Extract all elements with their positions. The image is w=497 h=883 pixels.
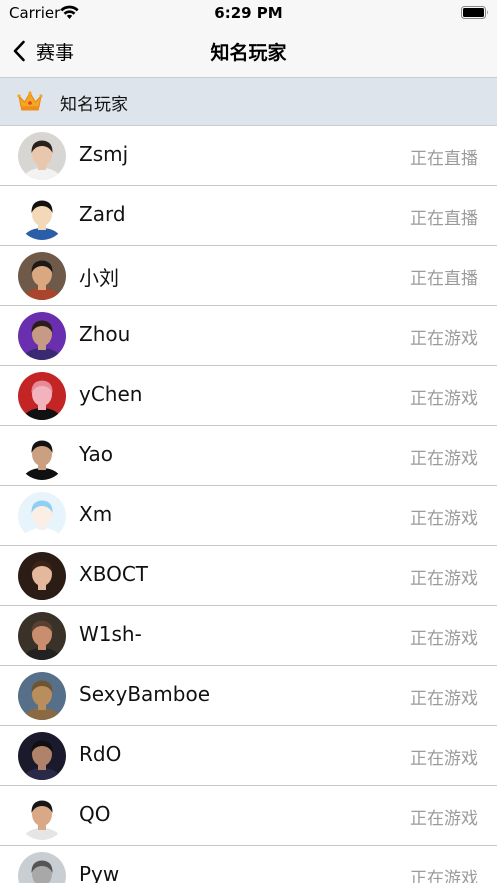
- player-list: Zsmj 正在直播 Zard 正在直播 小刘 正在直播 Zhou 正在游戏 yChen 正在游戏 Y…: [0, 126, 497, 883]
- player-avatar: [18, 432, 66, 480]
- player-avatar-image: [18, 732, 66, 780]
- player-avatar-image: [18, 252, 66, 300]
- player-name: yChen: [79, 382, 143, 406]
- player-name: XBOCT: [79, 562, 148, 586]
- player-name: Pyw: [79, 862, 120, 883]
- player-avatar-image: [18, 372, 66, 420]
- section-label: 知名玩家: [60, 95, 128, 115]
- player-row[interactable]: Zsmj 正在直播: [0, 126, 497, 186]
- back-button[interactable]: 赛事: [12, 36, 74, 66]
- player-name: Zsmj: [79, 142, 129, 166]
- player-name: Zhou: [79, 322, 131, 346]
- player-avatar-image: [18, 312, 66, 360]
- player-status: 正在直播: [410, 149, 478, 169]
- player-avatar: [18, 552, 66, 600]
- player-avatar: [18, 372, 66, 420]
- player-status: 正在游戏: [410, 449, 478, 469]
- player-row[interactable]: XBOCT 正在游戏: [0, 546, 497, 606]
- player-row[interactable]: Zard 正在直播: [0, 186, 497, 246]
- player-avatar-image: [18, 492, 66, 540]
- player-row[interactable]: Yao 正在游戏: [0, 426, 497, 486]
- player-status: 正在直播: [410, 269, 478, 289]
- player-name: RdO: [79, 742, 122, 766]
- player-avatar-image: [18, 792, 66, 840]
- page-title: 知名玩家: [210, 42, 287, 64]
- player-row[interactable]: Zhou 正在游戏: [0, 306, 497, 366]
- player-status: 正在游戏: [410, 509, 478, 529]
- player-row[interactable]: QO 正在游戏: [0, 786, 497, 846]
- chevron-left-icon: [13, 40, 25, 62]
- player-avatar: [18, 792, 66, 840]
- player-status: 正在游戏: [410, 629, 478, 649]
- player-avatar: [18, 852, 66, 883]
- player-name: W1sh-: [79, 622, 142, 646]
- player-name: Zard: [79, 202, 126, 226]
- player-avatar: [18, 492, 66, 540]
- player-name: Xm: [79, 502, 113, 526]
- player-avatar-image: [18, 432, 66, 480]
- player-avatar: [18, 732, 66, 780]
- player-name: SexyBamboe: [79, 682, 211, 706]
- player-row[interactable]: SexyBamboe 正在游戏: [0, 666, 497, 726]
- player-avatar: [18, 132, 66, 180]
- back-label: 赛事: [36, 41, 75, 64]
- player-status: 正在游戏: [410, 689, 478, 709]
- player-avatar-image: [18, 852, 66, 883]
- player-avatar-image: [18, 192, 66, 240]
- player-status: 正在游戏: [410, 329, 478, 349]
- player-avatar: [18, 612, 66, 660]
- player-avatar-image: [18, 132, 66, 180]
- player-row[interactable]: Xm 正在游戏: [0, 486, 497, 546]
- player-avatar-image: [18, 672, 66, 720]
- section-header: 知名玩家: [0, 77, 497, 126]
- player-status: 正在游戏: [410, 389, 478, 409]
- player-row[interactable]: RdO 正在游戏: [0, 726, 497, 786]
- player-status: 正在游戏: [410, 569, 478, 589]
- player-row[interactable]: Pyw 正在游戏: [0, 846, 497, 883]
- player-status: 正在游戏: [410, 809, 478, 829]
- player-name: 小刘: [79, 266, 119, 290]
- player-row[interactable]: yChen 正在游戏: [0, 366, 497, 426]
- player-status: 正在游戏: [410, 869, 478, 883]
- battery-icon: [461, 6, 488, 19]
- navigation-bar: 赛事 知名玩家: [0, 26, 497, 77]
- player-avatar: [18, 192, 66, 240]
- crown-icon: [17, 91, 43, 111]
- status-bar: Carrier 6:29 PM: [0, 0, 497, 26]
- player-avatar: [18, 312, 66, 360]
- player-avatar: [18, 672, 66, 720]
- player-status: 正在直播: [410, 209, 478, 229]
- player-avatar-image: [18, 552, 66, 600]
- clock: 6:29 PM: [214, 4, 283, 22]
- player-name: QO: [79, 802, 111, 826]
- player-row[interactable]: 小刘 正在直播: [0, 246, 497, 306]
- player-status: 正在游戏: [410, 749, 478, 769]
- player-row[interactable]: W1sh- 正在游戏: [0, 606, 497, 666]
- player-name: Yao: [79, 442, 113, 466]
- player-avatar: [18, 252, 66, 300]
- player-avatar-image: [18, 612, 66, 660]
